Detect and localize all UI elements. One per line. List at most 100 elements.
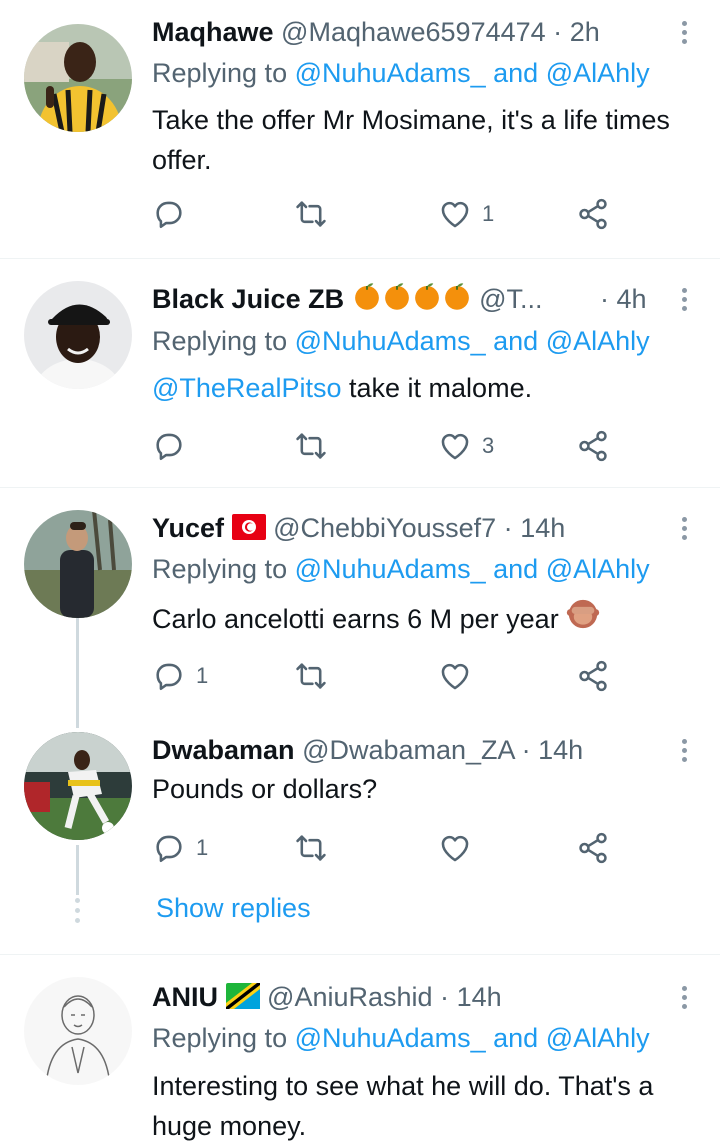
- replying-to: Replying to @NuhuAdams_ and @AlAhly: [152, 1020, 700, 1056]
- like-button[interactable]: 3: [438, 426, 494, 466]
- reply-button[interactable]: [152, 194, 196, 234]
- like-icon: [438, 197, 472, 231]
- reply-button[interactable]: 1: [152, 828, 208, 868]
- more-icon[interactable]: [674, 732, 694, 768]
- replying-and[interactable]: and: [493, 1023, 538, 1053]
- like-count: 3: [482, 433, 495, 458]
- like-icon: [438, 831, 472, 865]
- replying-prefix: Replying to: [152, 1023, 288, 1053]
- tweet-dwabaman[interactable]: Dwabaman @Dwabaman_ZA · 14h Pounds or do…: [0, 718, 720, 888]
- retweet-button[interactable]: [294, 194, 338, 234]
- tweet-maqhawe[interactable]: Maqhawe @Maqhawe65974474 · 2h Replying t…: [0, 0, 720, 258]
- replying-and[interactable]: and: [493, 554, 538, 584]
- share-icon: [576, 429, 610, 463]
- separator-dot: ·: [553, 17, 563, 47]
- mention-link[interactable]: @AlAhly: [546, 1023, 650, 1053]
- display-name[interactable]: Maqhawe: [152, 17, 274, 47]
- avatar[interactable]: [24, 977, 132, 1085]
- reply-icon: [152, 831, 186, 865]
- retweet-icon: [294, 197, 328, 231]
- like-button[interactable]: 1: [438, 194, 494, 234]
- replying-to: Replying to @NuhuAdams_ and @AlAhly: [152, 55, 700, 91]
- more-icon[interactable]: [674, 14, 694, 50]
- tweet-text-body: Carlo ancelotti earns 6 M per year: [152, 604, 559, 634]
- like-button[interactable]: [438, 828, 482, 868]
- tweet-yucef[interactable]: Yucef @ChebbiYoussef7 · 14h Replying to …: [0, 488, 720, 718]
- tweet-actions: 1: [152, 828, 632, 868]
- thread-line: [76, 845, 79, 895]
- separator-dot: ·: [521, 735, 531, 765]
- share-icon: [576, 659, 610, 693]
- like-count: 1: [482, 201, 495, 226]
- replying-and[interactable]: and: [493, 58, 538, 88]
- username[interactable]: @T...: [479, 284, 542, 314]
- mention-link[interactable]: @TheRealPitso: [152, 373, 342, 403]
- avatar[interactable]: [24, 732, 132, 840]
- monkey-icon: [566, 597, 600, 642]
- tweet-header: Maqhawe @Maqhawe65974474 · 2h: [152, 14, 664, 50]
- mention-link[interactable]: @NuhuAdams_: [295, 554, 486, 584]
- mention-link[interactable]: @AlAhly: [546, 554, 650, 584]
- timestamp[interactable]: 14h: [457, 982, 502, 1012]
- retweet-icon: [294, 659, 328, 693]
- reply-icon: [152, 659, 186, 693]
- reply-count: 1: [196, 663, 209, 688]
- mention-link[interactable]: @NuhuAdams_: [295, 58, 486, 88]
- mention-link[interactable]: @AlAhly: [546, 326, 650, 356]
- share-button[interactable]: [576, 656, 610, 696]
- share-button[interactable]: [576, 426, 610, 466]
- thread-line: [76, 618, 79, 728]
- retweet-button[interactable]: [294, 426, 338, 466]
- mention-link[interactable]: @NuhuAdams_: [295, 1023, 486, 1053]
- share-button[interactable]: [576, 828, 610, 868]
- share-button[interactable]: [576, 194, 610, 234]
- tanzania-flag-icon: [225, 982, 260, 1015]
- timestamp[interactable]: 2h: [570, 17, 600, 47]
- like-button[interactable]: [438, 656, 482, 696]
- mention-link[interactable]: @AlAhly: [546, 58, 650, 88]
- reply-button[interactable]: [152, 426, 196, 466]
- retweet-button[interactable]: [294, 828, 338, 868]
- tweet-text: @TheRealPitso take it malome.: [152, 368, 690, 408]
- replying-prefix: Replying to: [152, 58, 288, 88]
- display-name[interactable]: Black Juice ZB: [152, 284, 344, 314]
- share-icon: [576, 831, 610, 865]
- timestamp[interactable]: 14h: [538, 735, 583, 765]
- more-icon[interactable]: [674, 979, 694, 1015]
- avatar[interactable]: [24, 24, 132, 132]
- more-icon[interactable]: [674, 510, 694, 546]
- orange-icon: [442, 281, 472, 317]
- reply-icon: [152, 429, 186, 463]
- separator-dot: ·: [440, 982, 450, 1012]
- avatar[interactable]: [24, 510, 132, 618]
- replying-prefix: Replying to: [152, 326, 288, 356]
- show-replies-link[interactable]: Show replies: [156, 890, 311, 926]
- retweet-icon: [294, 429, 328, 463]
- tweet-header: Yucef @ChebbiYoussef7 · 14h: [152, 510, 664, 546]
- more-icon[interactable]: [674, 281, 694, 317]
- username[interactable]: @Dwabaman_ZA: [302, 735, 514, 765]
- display-name[interactable]: ANIU: [152, 982, 218, 1012]
- timestamp[interactable]: 4h: [617, 284, 647, 314]
- orange-icon: [352, 281, 382, 317]
- tweet-aniu[interactable]: ANIU @AniuRashid · 14h Replying to @Nuhu…: [0, 955, 720, 1142]
- mention-link[interactable]: @NuhuAdams_: [295, 326, 486, 356]
- username[interactable]: @ChebbiYoussef7: [273, 513, 496, 543]
- display-name[interactable]: Yucef: [152, 513, 224, 543]
- avatar[interactable]: [24, 281, 132, 389]
- retweet-button[interactable]: [294, 656, 338, 696]
- replying-and[interactable]: and: [493, 326, 538, 356]
- replying-to: Replying to @NuhuAdams_ and @AlAhly: [152, 323, 700, 359]
- reply-button[interactable]: 1: [152, 656, 208, 696]
- tweet-header: ANIU @AniuRashid · 14h: [152, 979, 664, 1015]
- tweet-text: Pounds or dollars?: [152, 774, 378, 804]
- timestamp[interactable]: 14h: [520, 513, 565, 543]
- reply-count: 1: [196, 835, 209, 860]
- share-icon: [576, 197, 610, 231]
- replying-to: Replying to @NuhuAdams_ and @AlAhly: [152, 551, 700, 587]
- username[interactable]: @AniuRashid: [267, 982, 433, 1012]
- username[interactable]: @Maqhawe65974474: [281, 17, 546, 47]
- tweet-black-juice[interactable]: Black Juice ZB @T... · 4h Replying to @N…: [0, 259, 720, 487]
- tweet-text: Carlo ancelotti earns 6 M per year: [152, 597, 690, 642]
- display-name[interactable]: Dwabaman: [152, 735, 295, 765]
